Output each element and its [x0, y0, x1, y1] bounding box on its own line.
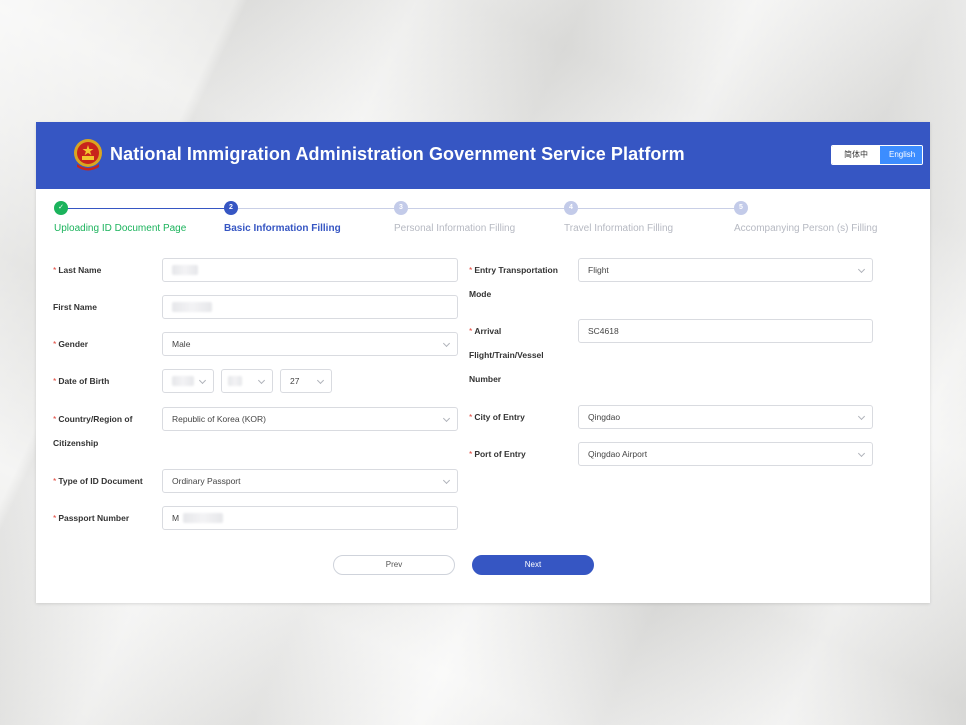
first-name-input[interactable]	[162, 295, 458, 319]
gender-value: Male	[172, 339, 191, 349]
arrival-number-label-line3: Number	[469, 374, 502, 384]
language-switch: 简体中文 English	[831, 145, 923, 165]
next-button[interactable]: Next	[472, 555, 594, 575]
lang-chinese-button[interactable]: 简体中文	[832, 146, 880, 164]
step-5-number: 5	[734, 201, 748, 215]
passport-value: M	[172, 513, 180, 523]
id-type-select[interactable]: Ordinary Passport	[162, 469, 458, 493]
transport-mode-label-line2: Mode	[469, 289, 492, 299]
transport-mode-select[interactable]: Flight	[578, 258, 873, 282]
chevron-down-icon	[257, 376, 266, 385]
step-4-number: 4	[564, 201, 578, 215]
dob-year-select[interactable]	[162, 369, 214, 393]
step-4-label: Travel Information Filling	[564, 223, 674, 234]
last-name-input[interactable]	[162, 258, 458, 282]
redacted-value	[172, 376, 194, 386]
prev-button[interactable]: Prev	[333, 555, 455, 575]
redacted-value	[183, 513, 223, 523]
lang-english-button[interactable]: English	[880, 146, 922, 164]
first-name-label: First Name	[53, 302, 97, 312]
city-of-entry-select[interactable]: Qingdao	[578, 405, 873, 429]
chevron-down-icon	[442, 414, 451, 423]
chevron-down-icon	[442, 339, 451, 348]
arrival-number-value: SC4618	[588, 326, 619, 336]
step-2-label: Basic Information Filling	[224, 223, 341, 234]
step-connector	[60, 208, 232, 209]
progress-steps: ✓ Uploading ID Document Page 2 Basic Inf…	[36, 201, 930, 246]
port-of-entry-select[interactable]: Qingdao Airport	[578, 442, 873, 466]
national-emblem-icon	[74, 139, 102, 171]
platform-title: National Immigration Administration Gove…	[110, 144, 685, 164]
chevron-down-icon	[442, 476, 451, 485]
arrival-number-label-line2: Flight/Train/Vessel	[469, 350, 544, 360]
redacted-value	[172, 265, 198, 275]
step-1-check-icon: ✓	[54, 201, 68, 215]
transport-mode-value: Flight	[588, 265, 609, 275]
step-2-number: 2	[224, 201, 238, 215]
arrival-number-input[interactable]: SC4618	[578, 319, 873, 343]
city-of-entry-value: Qingdao	[588, 412, 621, 422]
chevron-down-icon	[198, 376, 207, 385]
step-5-label: Accompanying Person (s) Filling	[734, 223, 878, 234]
last-name-label: * Last Name	[53, 265, 102, 275]
citizenship-value: Republic of Korea (KOR)	[172, 414, 267, 424]
dob-month-select[interactable]	[221, 369, 273, 393]
passport-number-label: * Passport Number	[53, 513, 130, 523]
chevron-down-icon	[857, 449, 866, 458]
date-of-birth-label: * Date of Birth	[53, 376, 110, 386]
gender-select[interactable]: Male	[162, 332, 458, 356]
step-3-label: Personal Information Filling	[394, 223, 516, 234]
step-connector	[238, 208, 396, 209]
chevron-down-icon	[857, 265, 866, 274]
dob-day-value: 27	[290, 376, 300, 386]
transport-mode-label: * Entry Transportation	[469, 265, 558, 275]
arrival-number-label: * Arrival	[469, 326, 502, 336]
step-connector	[408, 208, 566, 209]
passport-number-input[interactable]: M	[162, 506, 458, 530]
application-panel: National Immigration Administration Gove…	[36, 122, 930, 603]
redacted-value	[172, 302, 212, 312]
chevron-down-icon	[316, 376, 325, 385]
step-1-label: Uploading ID Document Page	[54, 223, 187, 234]
citizenship-select[interactable]: Republic of Korea (KOR)	[162, 407, 458, 431]
id-type-label: * Type of ID Document	[53, 476, 143, 486]
chevron-down-icon	[857, 412, 866, 421]
city-of-entry-label: * City of Entry	[469, 412, 525, 422]
site-header: National Immigration Administration Gove…	[36, 122, 930, 189]
redacted-value	[228, 376, 242, 386]
step-3-number: 3	[394, 201, 408, 215]
citizenship-label-line2: Citizenship	[53, 438, 99, 448]
id-type-value: Ordinary Passport	[172, 476, 241, 486]
citizenship-label: * Country/Region of	[53, 414, 133, 424]
step-connector	[578, 208, 736, 209]
port-of-entry-label: * Port of Entry	[469, 449, 526, 459]
dob-day-select[interactable]: 27	[280, 369, 332, 393]
gender-label: * Gender	[53, 339, 89, 349]
port-of-entry-value: Qingdao Airport	[588, 449, 648, 459]
